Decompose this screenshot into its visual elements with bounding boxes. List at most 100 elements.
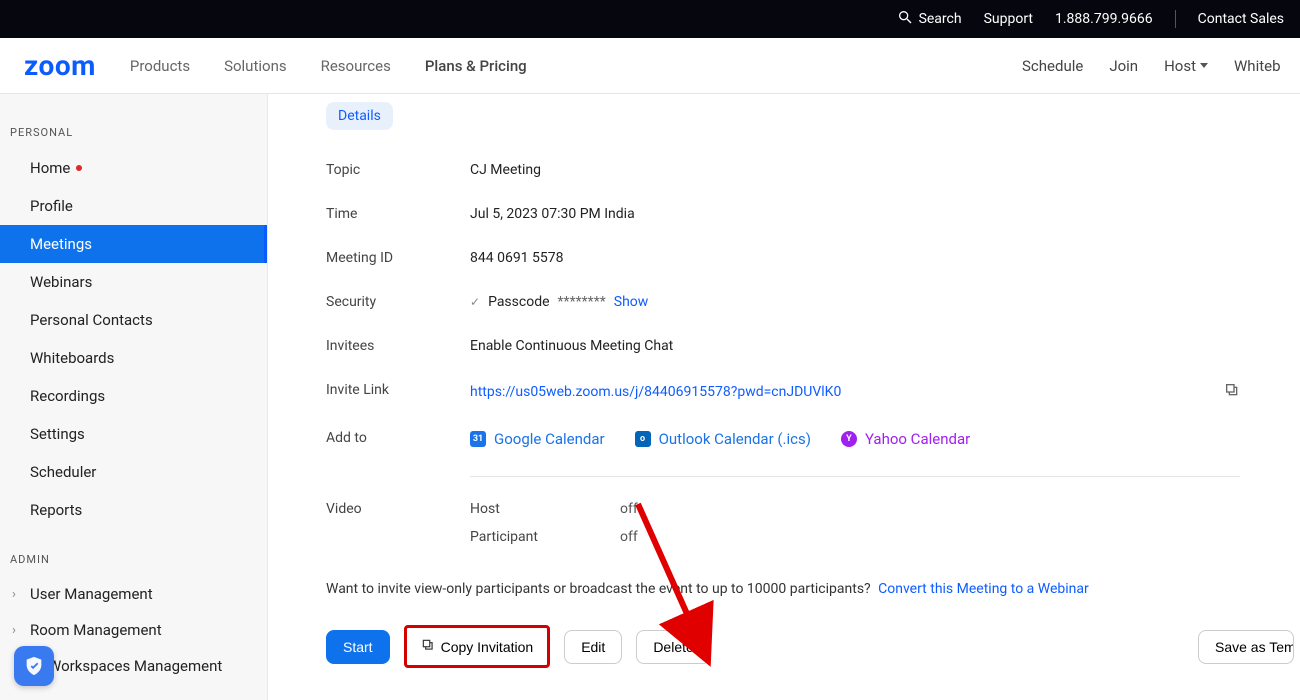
row-topic: Topic CJ Meeting (326, 162, 1300, 178)
row-time: Time Jul 5, 2023 07:30 PM India (326, 206, 1300, 222)
main-content: Details Topic CJ Meeting Time Jul 5, 202… (268, 94, 1300, 700)
passcode-label: Passcode (488, 294, 549, 310)
video-participant-row: Participant off (470, 529, 638, 545)
sidebar-item-label: Workspaces Management (48, 657, 222, 675)
privacy-shield-widget[interactable] (14, 646, 54, 686)
sidebar-item-profile[interactable]: Profile (0, 187, 267, 225)
webinar-text: Want to invite view-only participants or… (326, 581, 871, 597)
start-button[interactable]: Start (326, 630, 390, 664)
search-trigger[interactable]: Search (897, 9, 962, 29)
nav-pricing[interactable]: Plans & Pricing (425, 57, 527, 75)
sidebar-section-personal: PERSONAL (0, 112, 267, 149)
sidebar-item-home[interactable]: Home (0, 149, 267, 187)
label-video: Video (326, 501, 470, 517)
sidebar-admin-user-management[interactable]: › User Management (0, 576, 267, 612)
value-time: Jul 5, 2023 07:30 PM India (470, 206, 1300, 222)
contact-sales-link[interactable]: Contact Sales (1198, 11, 1284, 27)
sidebar-item-label: Webinars (30, 273, 92, 291)
search-label: Search (919, 11, 962, 27)
invite-link[interactable]: https://us05web.zoom.us/j/84406915578?pw… (470, 384, 841, 400)
video-host-row: Host off (470, 501, 638, 517)
nav-bar: zoom Products Solutions Resources Plans … (0, 38, 1300, 94)
label-invitees: Invitees (326, 338, 470, 354)
shield-icon (23, 655, 45, 677)
nav-join[interactable]: Join (1109, 57, 1138, 75)
label-add-to: Add to (326, 430, 470, 446)
copy-icon (421, 638, 435, 655)
notification-dot-icon (76, 165, 82, 171)
label-meeting-id: Meeting ID (326, 250, 470, 266)
sidebar-item-recordings[interactable]: Recordings (0, 377, 267, 415)
sidebar-item-meetings[interactable]: Meetings (0, 225, 267, 263)
sidebar-item-label: Profile (30, 197, 73, 215)
top-bar: Search Support 1.888.799.9666 Contact Sa… (0, 0, 1300, 38)
sidebar-item-label: User Management (30, 585, 153, 603)
nav-resources[interactable]: Resources (321, 57, 391, 75)
sidebar-item-label: Scheduler (30, 463, 96, 481)
row-security: Security ✓ Passcode ******** Show (326, 294, 1300, 310)
webinar-line: Want to invite view-only participants or… (326, 581, 1300, 597)
phone-number[interactable]: 1.888.799.9666 (1055, 11, 1153, 27)
yahoo-calendar-icon: Y (841, 431, 857, 447)
nav-whiteboard[interactable]: Whiteboard (1234, 57, 1280, 75)
google-calendar-icon: 31 (470, 431, 486, 447)
sidebar-item-settings[interactable]: Settings (0, 415, 267, 453)
passcode-masked: ******** (558, 294, 606, 310)
sidebar-admin-room-management[interactable]: › Room Management (0, 612, 267, 648)
sidebar-item-personal-contacts[interactable]: Personal Contacts (0, 301, 267, 339)
zoom-logo[interactable]: zoom (24, 49, 96, 82)
row-invitees: Invitees Enable Continuous Meeting Chat (326, 338, 1300, 354)
google-calendar-label: Google Calendar (494, 430, 605, 448)
value-add-to: 31 Google Calendar o Outlook Calendar (.… (470, 430, 1300, 448)
yahoo-calendar-label: Yahoo Calendar (865, 430, 970, 448)
label-topic: Topic (326, 162, 470, 178)
row-meeting-id: Meeting ID 844 0691 5578 (326, 250, 1300, 266)
chevron-right-icon: › (12, 623, 22, 638)
sidebar-item-label: Recordings (30, 387, 105, 405)
video-participant-label: Participant (470, 529, 560, 545)
sidebar-section-admin: ADMIN (0, 529, 267, 576)
sidebar-item-webinars[interactable]: Webinars (0, 263, 267, 301)
sidebar-item-label: Settings (30, 425, 85, 443)
check-icon: ✓ (470, 295, 480, 309)
nav-host[interactable]: Host (1164, 57, 1208, 75)
delete-button[interactable]: Delete (636, 630, 710, 664)
sidebar-item-whiteboards[interactable]: Whiteboards (0, 339, 267, 377)
sidebar-item-label: Personal Contacts (30, 311, 153, 329)
chevron-right-icon: › (12, 587, 22, 602)
save-template-button[interactable]: Save as Template (1198, 630, 1294, 664)
sidebar-item-scheduler[interactable]: Scheduler (0, 453, 267, 491)
nav-products[interactable]: Products (130, 57, 190, 75)
nav-solutions[interactable]: Solutions (224, 57, 287, 75)
sidebar-item-label: Whiteboards (30, 349, 114, 367)
sidebar-item-reports[interactable]: Reports (0, 491, 267, 529)
value-invitees: Enable Continuous Meeting Chat (470, 338, 1300, 354)
copy-icon[interactable] (1224, 382, 1240, 402)
value-meeting-id: 844 0691 5578 (470, 250, 1300, 266)
add-yahoo-calendar[interactable]: Y Yahoo Calendar (841, 430, 970, 448)
sidebar-item-label: Home (30, 159, 70, 177)
video-host-value: off (620, 501, 638, 517)
copy-invitation-button[interactable]: Copy Invitation (404, 625, 551, 668)
value-security: ✓ Passcode ******** Show (470, 294, 1300, 310)
nav-host-label: Host (1164, 57, 1196, 75)
row-invite-link: Invite Link https://us05web.zoom.us/j/84… (326, 382, 1300, 402)
divider (470, 476, 1240, 477)
support-link[interactable]: Support (984, 11, 1033, 27)
add-google-calendar[interactable]: 31 Google Calendar (470, 430, 605, 448)
outlook-calendar-label: Outlook Calendar (.ics) (659, 430, 811, 448)
tab-details[interactable]: Details (326, 102, 393, 130)
sidebar-item-label: Room Management (30, 621, 162, 639)
sidebar-item-label: Meetings (30, 235, 92, 253)
label-time: Time (326, 206, 470, 222)
separator (1175, 10, 1176, 28)
add-outlook-calendar[interactable]: o Outlook Calendar (.ics) (635, 430, 811, 448)
nav-links: Products Solutions Resources Plans & Pri… (130, 57, 527, 75)
label-security: Security (326, 294, 470, 310)
nav-schedule[interactable]: Schedule (1022, 57, 1083, 75)
convert-webinar-link[interactable]: Convert this Meeting to a Webinar (878, 581, 1089, 597)
outlook-calendar-icon: o (635, 431, 651, 447)
show-passcode-link[interactable]: Show (614, 294, 649, 310)
edit-button[interactable]: Edit (564, 630, 622, 664)
label-invite-link: Invite Link (326, 382, 470, 398)
